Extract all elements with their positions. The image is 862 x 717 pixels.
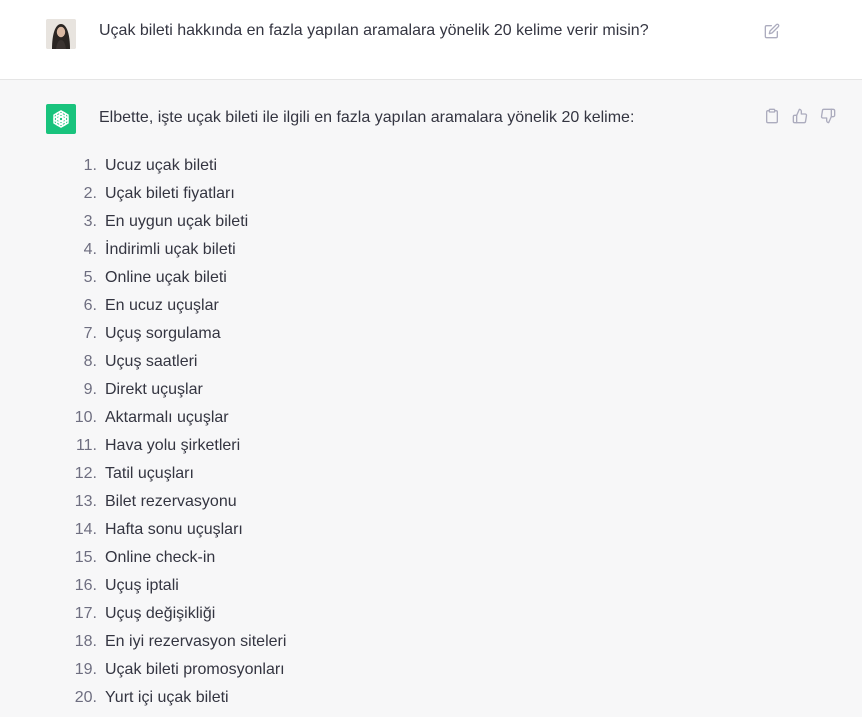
list-item-number: 6. xyxy=(83,297,97,314)
list-item-number: 1. xyxy=(83,157,97,174)
list-item-label: Yurt içi uçak bileti xyxy=(105,689,229,706)
user-message-row: Uçak bileti hakkında en fazla yapılan ar… xyxy=(0,0,862,80)
list-item-label: Hafta sonu uçuşları xyxy=(105,521,243,538)
list-item-label: Aktarmalı uçuşlar xyxy=(105,409,229,426)
assistant-intro-text: Elbette, işte uçak bileti ile ilgili en … xyxy=(99,109,635,126)
list-item-number: 18. xyxy=(74,633,97,650)
list-item: 4. İndirimli uçak bileti xyxy=(0,236,400,264)
list-item: 18. En iyi rezervasyon siteleri xyxy=(0,628,400,656)
thumbs-up-icon[interactable] xyxy=(791,107,809,125)
list-item-label: En ucuz uçuşlar xyxy=(105,297,219,314)
list-item-label: Uçuş saatleri xyxy=(105,353,198,370)
list-item-number: 7. xyxy=(83,325,97,342)
list-item: 11. Hava yolu şirketleri xyxy=(0,432,400,460)
list-item: 20. Yurt içi uçak bileti xyxy=(0,684,400,712)
list-item-label: Uçak bileti promosyonları xyxy=(105,661,285,678)
list-item-number: 20. xyxy=(74,689,97,706)
list-item: 9. Direkt uçuşlar xyxy=(0,376,400,404)
list-item-label: Uçuş iptali xyxy=(105,577,179,594)
list-item-number: 14. xyxy=(74,521,97,538)
list-item-label: Tatil uçuşları xyxy=(105,465,194,482)
assistant-message-row: Elbette, işte uçak bileti ile ilgili en … xyxy=(0,80,862,717)
list-item-label: En iyi rezervasyon siteleri xyxy=(105,633,287,650)
list-item-label: İndirimli uçak bileti xyxy=(105,241,236,258)
thumbs-down-icon[interactable] xyxy=(819,107,837,125)
list-item: 14. Hafta sonu uçuşları xyxy=(0,516,400,544)
list-item-label: Ucuz uçak bileti xyxy=(105,157,218,174)
edit-icon[interactable] xyxy=(763,22,781,40)
list-item-number: 11. xyxy=(75,437,97,454)
list-item-label: Uçuş sorgulama xyxy=(105,325,221,342)
openai-logo-icon xyxy=(46,104,76,134)
list-item-number: 10. xyxy=(74,409,97,426)
list-item-label: Bilet rezervasyonu xyxy=(105,493,237,510)
list-item: 13. Bilet rezervasyonu xyxy=(0,488,400,516)
user-avatar-photo xyxy=(46,19,76,49)
user-message-text: Uçak bileti hakkında en fazla yapılan ar… xyxy=(99,22,649,39)
list-item: 3. En uygun uçak bileti xyxy=(0,208,400,236)
list-item-number: 13. xyxy=(74,493,97,510)
search-terms-list: 1. Ucuz uçak bileti 2. Uçak bileti fiyatla… xyxy=(0,152,400,712)
list-item: 12. Tatil uçuşları xyxy=(0,460,400,488)
list-item-number: 9. xyxy=(83,381,97,398)
list-item-label: Online check-in xyxy=(105,549,216,566)
list-item: 2. Uçak bileti fiyatları xyxy=(0,180,400,208)
list-item-number: 5. xyxy=(83,269,97,286)
list-item-label: Uçuş değişikliği xyxy=(105,605,216,622)
list-item: 10. Aktarmalı uçuşlar xyxy=(0,404,400,432)
list-item-number: 15. xyxy=(74,549,97,566)
list-item: 1. Ucuz uçak bileti xyxy=(0,152,400,180)
list-item-number: 8. xyxy=(83,353,97,370)
list-item-number: 16. xyxy=(74,577,97,594)
list-item-number: 12. xyxy=(74,465,97,482)
list-item-label: Direkt uçuşlar xyxy=(105,381,203,398)
list-item: 5. Online uçak bileti xyxy=(0,264,400,292)
clipboard-icon[interactable] xyxy=(763,107,781,125)
list-item-label: Uçak bileti fiyatları xyxy=(105,185,235,202)
list-item-number: 2. xyxy=(83,185,97,202)
list-item: 16. Uçuş iptali xyxy=(0,572,400,600)
user-avatar xyxy=(46,19,76,49)
list-item-label: Hava yolu şirketleri xyxy=(105,437,241,454)
list-item: 17. Uçuş değişikliği xyxy=(0,600,400,628)
list-item-label: En uygun uçak bileti xyxy=(105,213,249,230)
list-item: 19. Uçak bileti promosyonları xyxy=(0,656,400,684)
list-item-number: 4. xyxy=(83,241,97,258)
list-item-label: Online uçak bileti xyxy=(105,269,227,286)
list-item-number: 3. xyxy=(83,213,97,230)
list-item: 15. Online check-in xyxy=(0,544,400,572)
list-item-number: 19. xyxy=(74,661,97,678)
list-item-number: 17. xyxy=(74,605,97,622)
list-item: 7. Uçuş sorgulama xyxy=(0,320,400,348)
list-item: 6. En ucuz uçuşlar xyxy=(0,292,400,320)
list-item: 8. Uçuş saatleri xyxy=(0,348,400,376)
